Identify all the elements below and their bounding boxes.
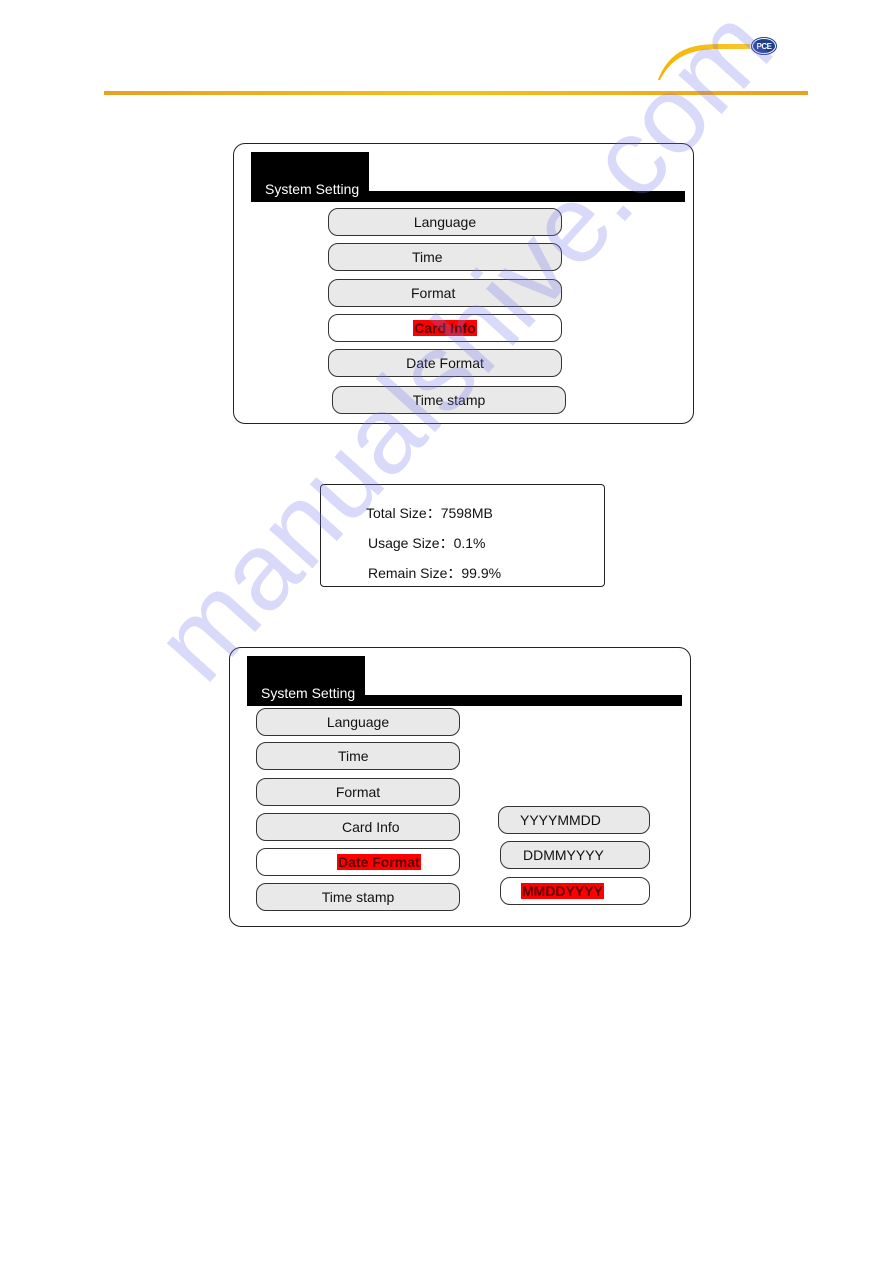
separator: ： (426, 505, 441, 521)
logo-swoosh-icon (658, 44, 753, 80)
date-format-option-yyyymmdd[interactable]: YYYYMMDD (498, 806, 650, 834)
date-format-option-ddmmyyyy[interactable]: DDMMYYYY (500, 841, 650, 869)
total-size-value: 7598MB (440, 505, 493, 521)
menu-item-format[interactable]: Format (256, 778, 460, 806)
remain-size-label: Remain Size (368, 565, 448, 581)
menu-item-language[interactable]: Language (328, 208, 562, 236)
menu-item-time[interactable]: Time (328, 243, 562, 271)
total-size-label: Total Size (366, 505, 427, 521)
brand-logo: PCE (753, 39, 775, 53)
menu-item-card-info[interactable]: Card Info (256, 813, 460, 841)
panel-title: System Setting (251, 152, 369, 202)
remain-size-row: Remain Size：99.9% (368, 563, 501, 583)
header-divider (104, 91, 808, 95)
usage-size-value: 0.1% (453, 535, 486, 551)
panel-title: System Setting (247, 656, 365, 706)
menu-item-date-format[interactable]: Date Format (256, 848, 460, 876)
menu-item-format[interactable]: Format (328, 279, 562, 307)
total-size-row: Total Size：7598MB (366, 503, 493, 523)
usage-size-label: Usage Size (368, 535, 440, 551)
remain-size-value: 99.9% (461, 565, 502, 581)
system-setting-panel-date-format: System Setting Language Time Format Card… (229, 647, 691, 927)
menu-item-date-format[interactable]: Date Format (328, 349, 562, 377)
usage-size-row: Usage Size：0.1% (368, 533, 486, 553)
card-info-box: Total Size：7598MB Usage Size：0.1% Remain… (320, 484, 605, 587)
menu-item-time-stamp[interactable]: Time stamp (332, 386, 566, 414)
system-setting-panel-card-info: System Setting Language Time Format Card… (233, 143, 694, 424)
menu-item-card-info[interactable]: Card Info (328, 314, 562, 342)
separator: ： (447, 565, 462, 581)
date-format-option-mmddyyyy[interactable]: MMDDYYYY (500, 877, 650, 905)
menu-item-language[interactable]: Language (256, 708, 460, 736)
menu-item-time-stamp[interactable]: Time stamp (256, 883, 460, 911)
separator: ： (439, 535, 454, 551)
menu-item-time[interactable]: Time (256, 742, 460, 770)
